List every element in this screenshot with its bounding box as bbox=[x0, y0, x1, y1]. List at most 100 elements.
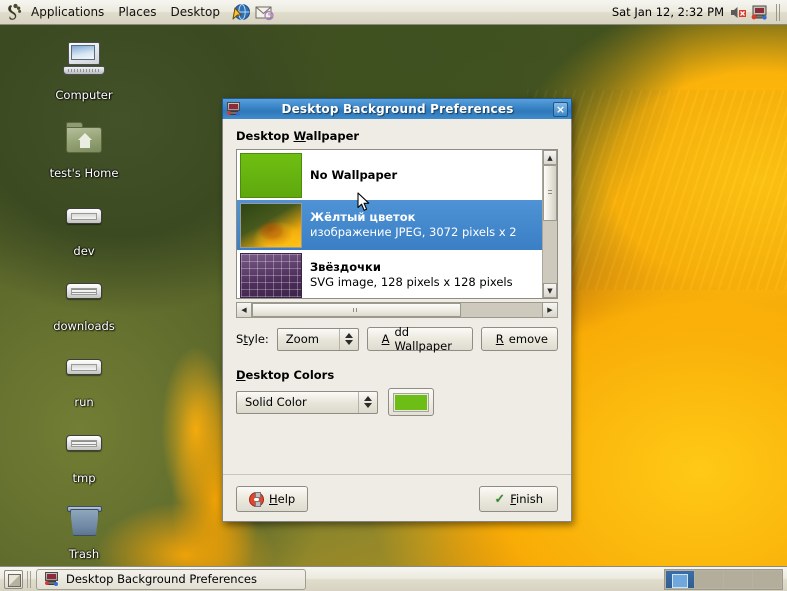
list-item[interactable]: No Wallpaper bbox=[237, 150, 542, 200]
horizontal-scrollbar[interactable]: ◀ ▶ bbox=[236, 302, 558, 318]
chevron-updown-icon[interactable] bbox=[358, 391, 377, 413]
color-mode-value: Solid Color bbox=[245, 395, 307, 409]
panel-grip bbox=[776, 3, 781, 21]
window-list: Desktop Background Preferences bbox=[36, 568, 306, 590]
btn-mnemonic: H bbox=[269, 492, 278, 506]
list-item-text: Жёлтый цветок изображение JPEG, 3072 pix… bbox=[310, 210, 542, 240]
trash-icon bbox=[60, 499, 108, 545]
color-picker-button[interactable] bbox=[388, 388, 434, 416]
show-desktop-icon[interactable] bbox=[4, 569, 23, 589]
window-titlebar[interactable]: Desktop Background Preferences × bbox=[222, 98, 572, 119]
display-preferences-icon bbox=[44, 571, 60, 587]
desktop-icon-downloads[interactable]: downloads bbox=[38, 271, 130, 333]
scroll-left-icon[interactable]: ◀ bbox=[237, 303, 252, 317]
list-item-text: Звёздочки SVG image, 128 pixels x 128 pi… bbox=[310, 260, 542, 290]
help-icon bbox=[249, 491, 264, 507]
desktop-icon-dev[interactable]: dev bbox=[38, 196, 130, 258]
workspace-2[interactable] bbox=[695, 570, 723, 588]
heading-post: allpaper bbox=[305, 129, 360, 143]
remove-wallpaper-button[interactable]: Remove bbox=[480, 327, 558, 351]
style-dropdown-value: Zoom bbox=[285, 332, 319, 346]
scroll-right-icon[interactable]: ▶ bbox=[542, 303, 557, 317]
heading-pre: Desktop bbox=[236, 129, 294, 143]
help-button[interactable]: Help bbox=[236, 486, 309, 512]
display-preferences-icon bbox=[226, 101, 242, 117]
menu-places[interactable]: Places bbox=[111, 2, 163, 23]
list-item[interactable]: Звёздочки SVG image, 128 pixels x 128 pi… bbox=[237, 250, 542, 298]
desktop-icon-label: dev bbox=[73, 244, 95, 258]
clock-text[interactable]: Sat Jan 12, 2:32 PM bbox=[612, 5, 724, 19]
btn-mnemonic: A bbox=[381, 332, 390, 346]
style-label-post: yle: bbox=[247, 332, 269, 346]
vertical-scroll-track[interactable] bbox=[543, 165, 557, 283]
display-settings-icon[interactable] bbox=[751, 4, 768, 21]
vertical-scroll-thumb[interactable] bbox=[543, 165, 557, 221]
list-item-text: No Wallpaper bbox=[310, 168, 542, 183]
btn-text: Help bbox=[269, 492, 295, 506]
desktop-icon-label: tmp bbox=[72, 471, 96, 485]
workspace-3[interactable] bbox=[724, 570, 752, 588]
heading-post: esktop Colors bbox=[245, 368, 335, 382]
desktop-icon-home[interactable]: test's Home bbox=[38, 118, 130, 180]
style-dropdown[interactable]: Zoom bbox=[276, 327, 359, 351]
task-button-label: Desktop Background Preferences bbox=[66, 572, 257, 586]
horizontal-scroll-track[interactable] bbox=[252, 303, 542, 317]
desktop-icon-computer[interactable]: Computer bbox=[38, 40, 130, 102]
workspace-1[interactable] bbox=[666, 570, 694, 588]
wallpaper-thumbnail-icon bbox=[240, 252, 302, 298]
style-row: Style: Zoom Add Wallpaper Remove bbox=[236, 325, 558, 353]
color-swatch bbox=[393, 392, 429, 412]
menu-desktop[interactable]: Desktop bbox=[163, 2, 227, 23]
wallpaper-list[interactable]: No Wallpaper Жёлтый цветок изображение J… bbox=[236, 149, 558, 299]
desktop-icon-trash[interactable]: Trash bbox=[38, 499, 130, 561]
desktop-icon-label: Trash bbox=[68, 547, 100, 561]
color-mode-dropdown[interactable]: Solid Color bbox=[236, 390, 378, 414]
btn-post: inish bbox=[516, 492, 543, 506]
desktop-icon-label: test's Home bbox=[49, 166, 119, 180]
close-icon[interactable]: × bbox=[553, 101, 568, 117]
wallpaper-section-heading: Desktop Wallpaper bbox=[236, 129, 558, 143]
btn-post: emove bbox=[508, 332, 548, 346]
desktop-background-preferences-window: Desktop Background Preferences × Desktop… bbox=[222, 98, 572, 522]
list-item[interactable]: Жёлтый цветок изображение JPEG, 3072 pix… bbox=[237, 200, 542, 250]
bottom-panel: Desktop Background Preferences bbox=[0, 566, 787, 591]
dialog-separator bbox=[223, 474, 571, 475]
top-panel: Applications Places Desktop Sat Jan 12, … bbox=[0, 0, 787, 25]
volume-muted-icon[interactable] bbox=[729, 4, 746, 21]
drive-icon bbox=[60, 271, 108, 317]
add-wallpaper-button[interactable]: Add Wallpaper bbox=[366, 325, 473, 353]
panel-launchers bbox=[231, 2, 274, 22]
finish-button[interactable]: ✓ Finish bbox=[479, 486, 558, 512]
panel-menubar: Applications Places Desktop bbox=[24, 2, 227, 23]
heading-mnemonic: D bbox=[236, 368, 246, 382]
email-client-launcher-icon[interactable] bbox=[254, 2, 274, 22]
list-item-subtitle: SVG image, 128 pixels x 128 pixels bbox=[310, 275, 513, 289]
vertical-scrollbar[interactable]: ▲ ▼ bbox=[542, 150, 557, 298]
list-item-title: No Wallpaper bbox=[310, 167, 398, 182]
btn-mnemonic: R bbox=[495, 332, 504, 346]
desktop-icon-label: downloads bbox=[53, 319, 115, 333]
clock-area: Sat Jan 12, 2:32 PM bbox=[612, 3, 787, 21]
drive-icon bbox=[60, 423, 108, 469]
list-item-title: Жёлтый цветок bbox=[310, 210, 416, 224]
chevron-updown-icon[interactable] bbox=[338, 328, 358, 350]
horizontal-scroll-thumb[interactable] bbox=[252, 303, 461, 317]
scroll-down-icon[interactable]: ▼ bbox=[543, 283, 557, 298]
btn-post: elp bbox=[277, 492, 296, 506]
menu-applications[interactable]: Applications bbox=[24, 2, 111, 23]
workspace-4[interactable] bbox=[753, 570, 781, 588]
desktop-icon-label: Computer bbox=[55, 88, 113, 102]
gnome-foot-icon[interactable] bbox=[4, 2, 24, 22]
wallpaper-list-rows: No Wallpaper Жёлтый цветок изображение J… bbox=[237, 150, 542, 298]
drive-icon bbox=[60, 347, 108, 393]
check-icon: ✓ bbox=[494, 491, 506, 507]
colors-section-heading: Desktop Colors bbox=[236, 368, 558, 382]
scroll-up-icon[interactable]: ▲ bbox=[543, 150, 557, 165]
web-browser-launcher-icon[interactable] bbox=[231, 2, 251, 22]
desktop-icon-tmp[interactable]: tmp bbox=[38, 423, 130, 485]
desktop-icon-run[interactable]: run bbox=[38, 347, 130, 409]
desktop-icon-label: run bbox=[74, 395, 94, 409]
panel-grip bbox=[27, 570, 32, 588]
task-button[interactable]: Desktop Background Preferences bbox=[36, 568, 306, 590]
drive-icon bbox=[60, 196, 108, 242]
